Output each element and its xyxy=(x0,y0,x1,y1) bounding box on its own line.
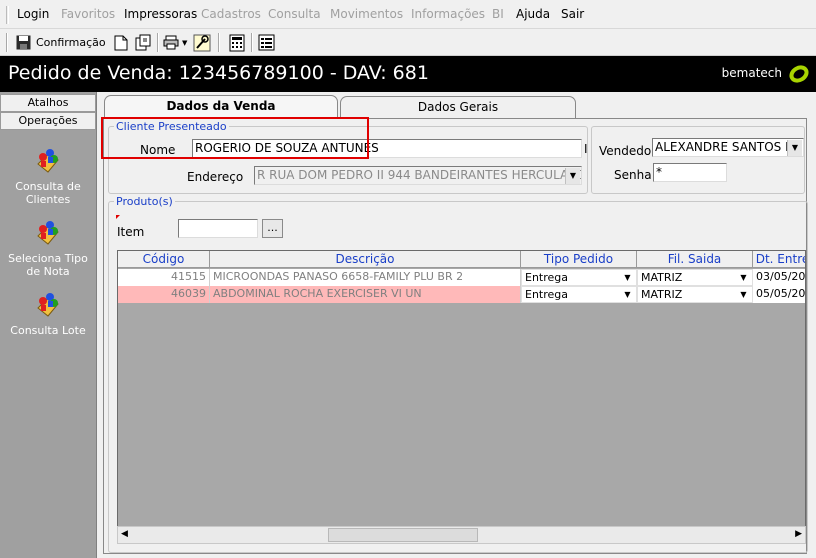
menu-favoritos[interactable]: Favoritos xyxy=(61,7,115,21)
left-panel: Atalhos Operações Consulta de Clientes S… xyxy=(0,92,97,558)
toolbar-grip xyxy=(6,33,8,52)
dropdown-arrow-icon[interactable]: ▼ xyxy=(182,39,187,47)
endereco-label: Endereço xyxy=(187,170,244,184)
column-header-codigo[interactable]: Código xyxy=(118,251,210,268)
seleciona-tipo-nota-shortcut[interactable]: Seleciona Tipo de Nota xyxy=(2,216,94,278)
brand-logo-icon xyxy=(789,65,809,83)
cell-filial-saida[interactable]: MATRIZ ▼ xyxy=(637,286,753,303)
endereco-select[interactable]: R RUA DOM PEDRO II 944 BANDEIRANTES HERC… xyxy=(254,166,582,185)
chevron-down-icon[interactable]: ▼ xyxy=(565,168,580,184)
cell-tipo-pedido[interactable]: Entrega ▼ xyxy=(521,269,637,286)
products-grid: Código Descrição Tipo Pedido Fil. Saida … xyxy=(117,250,806,544)
menu-sair[interactable]: Sair xyxy=(561,7,584,21)
vendedor-select[interactable]: ALEXANDRE SANTOS FF ▼ xyxy=(652,138,804,157)
chevron-down-icon[interactable]: ▼ xyxy=(736,288,751,302)
copy-document-icon[interactable] xyxy=(135,34,151,51)
menu-impressoras[interactable]: Impressoras xyxy=(124,7,197,21)
menu-informacoes[interactable]: Informações xyxy=(411,7,485,21)
column-header-filial-saida[interactable]: Fil. Saida xyxy=(637,251,753,268)
tools-icon[interactable] xyxy=(193,34,211,52)
seleciona-tipo-nota-label: Seleciona Tipo de Nota xyxy=(8,252,88,278)
menu-movimentos[interactable]: Movimentos xyxy=(330,7,403,21)
consulta-clientes-shortcut[interactable]: Consulta de Clientes xyxy=(2,144,94,206)
column-header-tipo-pedido[interactable]: Tipo Pedido xyxy=(521,251,637,268)
title-bar: Pedido de Venda: 123456789100 - DAV: 681… xyxy=(0,56,816,92)
chevron-down-icon[interactable]: ▼ xyxy=(620,271,635,285)
scrollbar-thumb[interactable] xyxy=(328,528,478,542)
cell-data-entrega: 03/05/20 xyxy=(753,269,805,286)
menu-consulta[interactable]: Consulta xyxy=(268,7,321,21)
cell-descricao: ABDOMINAL ROCHA EXERCISER VI UN xyxy=(210,286,521,303)
tab-dados-gerais[interactable]: Dados Gerais xyxy=(340,96,576,118)
horizontal-scrollbar[interactable]: ◀ ▶ xyxy=(117,526,806,544)
confirm-button-label: Confirmação xyxy=(36,36,106,49)
tipo-nota-icon xyxy=(37,221,59,245)
calculator-icon[interactable] xyxy=(229,34,245,52)
cell-descricao: MICROONDAS PANASO 6658-FAMILY PLU BR 2 xyxy=(210,269,521,286)
new-document-icon[interactable] xyxy=(114,35,128,51)
vendedor-value: ALEXANDRE SANTOS FF xyxy=(655,140,799,154)
item-browse-button[interactable]: ... xyxy=(262,219,283,238)
column-header-descricao[interactable]: Descrição xyxy=(210,251,521,268)
text-cursor-icon: I xyxy=(584,142,588,156)
consulta-lote-icon xyxy=(37,293,59,317)
menu-bar: Login Favoritos Impressoras Cadastros Co… xyxy=(0,0,816,29)
brand-name: bematech xyxy=(721,66,782,80)
cell-tipo-pedido[interactable]: Entrega ▼ xyxy=(521,286,637,303)
column-header-data-entrega[interactable]: Dt. Entre xyxy=(753,251,805,268)
menu-grip xyxy=(6,6,9,24)
produtos-legend: Produto(s) xyxy=(114,195,175,208)
consulta-clientes-icon xyxy=(37,149,59,173)
endereco-value: R RUA DOM PEDRO II 944 BANDEIRANTES HERC… xyxy=(257,168,582,182)
toolbar-separator xyxy=(218,33,220,52)
tipo-pedido-value: Entrega xyxy=(525,271,569,284)
scroll-right-icon[interactable]: ▶ xyxy=(795,529,802,539)
list-icon[interactable] xyxy=(258,34,275,51)
menu-bi[interactable]: BI xyxy=(492,7,504,21)
tab-operacoes[interactable]: Operações xyxy=(0,112,96,130)
tab-atalhos[interactable]: Atalhos xyxy=(0,94,96,112)
table-row[interactable]: 41515 MICROONDAS PANASO 6658-FAMILY PLU … xyxy=(118,269,805,286)
filial-saida-value: MATRIZ xyxy=(641,288,683,301)
vendedor-label: Vendedor xyxy=(599,144,657,158)
cell-codigo: 41515 xyxy=(118,269,210,286)
chevron-down-icon[interactable]: ▼ xyxy=(787,140,802,156)
highlight-annotation xyxy=(101,117,369,159)
required-marker xyxy=(116,215,120,219)
senha-field[interactable]: * xyxy=(653,163,727,182)
senha-label: Senha xyxy=(614,168,652,182)
printer-icon[interactable] xyxy=(163,35,179,50)
page-title: Pedido de Venda: 123456789100 - DAV: 681 xyxy=(8,62,429,84)
tipo-pedido-value: Entrega xyxy=(525,288,569,301)
vendedor-group xyxy=(591,126,805,194)
chevron-down-icon[interactable]: ▼ xyxy=(620,288,635,302)
consulta-lote-shortcut[interactable]: Consulta Lote xyxy=(2,288,94,337)
consulta-lote-label: Consulta Lote xyxy=(10,324,86,337)
cell-filial-saida[interactable]: MATRIZ ▼ xyxy=(637,269,753,286)
cell-data-entrega: 05/05/20 xyxy=(753,286,805,303)
table-row[interactable]: 46039 ABDOMINAL ROCHA EXERCISER VI UN En… xyxy=(118,286,805,303)
tab-dados-venda[interactable]: Dados da Venda xyxy=(104,95,338,119)
consulta-clientes-label: Consulta de Clientes xyxy=(15,180,81,206)
filial-saida-value: MATRIZ xyxy=(641,271,683,284)
scroll-left-icon[interactable]: ◀ xyxy=(121,529,128,539)
item-label: Item xyxy=(117,225,145,239)
chevron-down-icon[interactable]: ▼ xyxy=(736,271,751,285)
item-field[interactable] xyxy=(178,219,258,238)
toolbar-separator xyxy=(157,33,159,52)
menu-cadastros[interactable]: Cadastros xyxy=(201,7,261,21)
toolbar: Confirmação ▼ xyxy=(0,29,816,56)
menu-ajuda[interactable]: Ajuda xyxy=(516,7,550,21)
menu-login[interactable]: Login xyxy=(17,7,49,21)
save-icon xyxy=(16,35,31,50)
toolbar-separator xyxy=(251,33,253,52)
cell-codigo: 46039 xyxy=(118,286,210,303)
confirm-button[interactable]: Confirmação xyxy=(14,33,106,52)
